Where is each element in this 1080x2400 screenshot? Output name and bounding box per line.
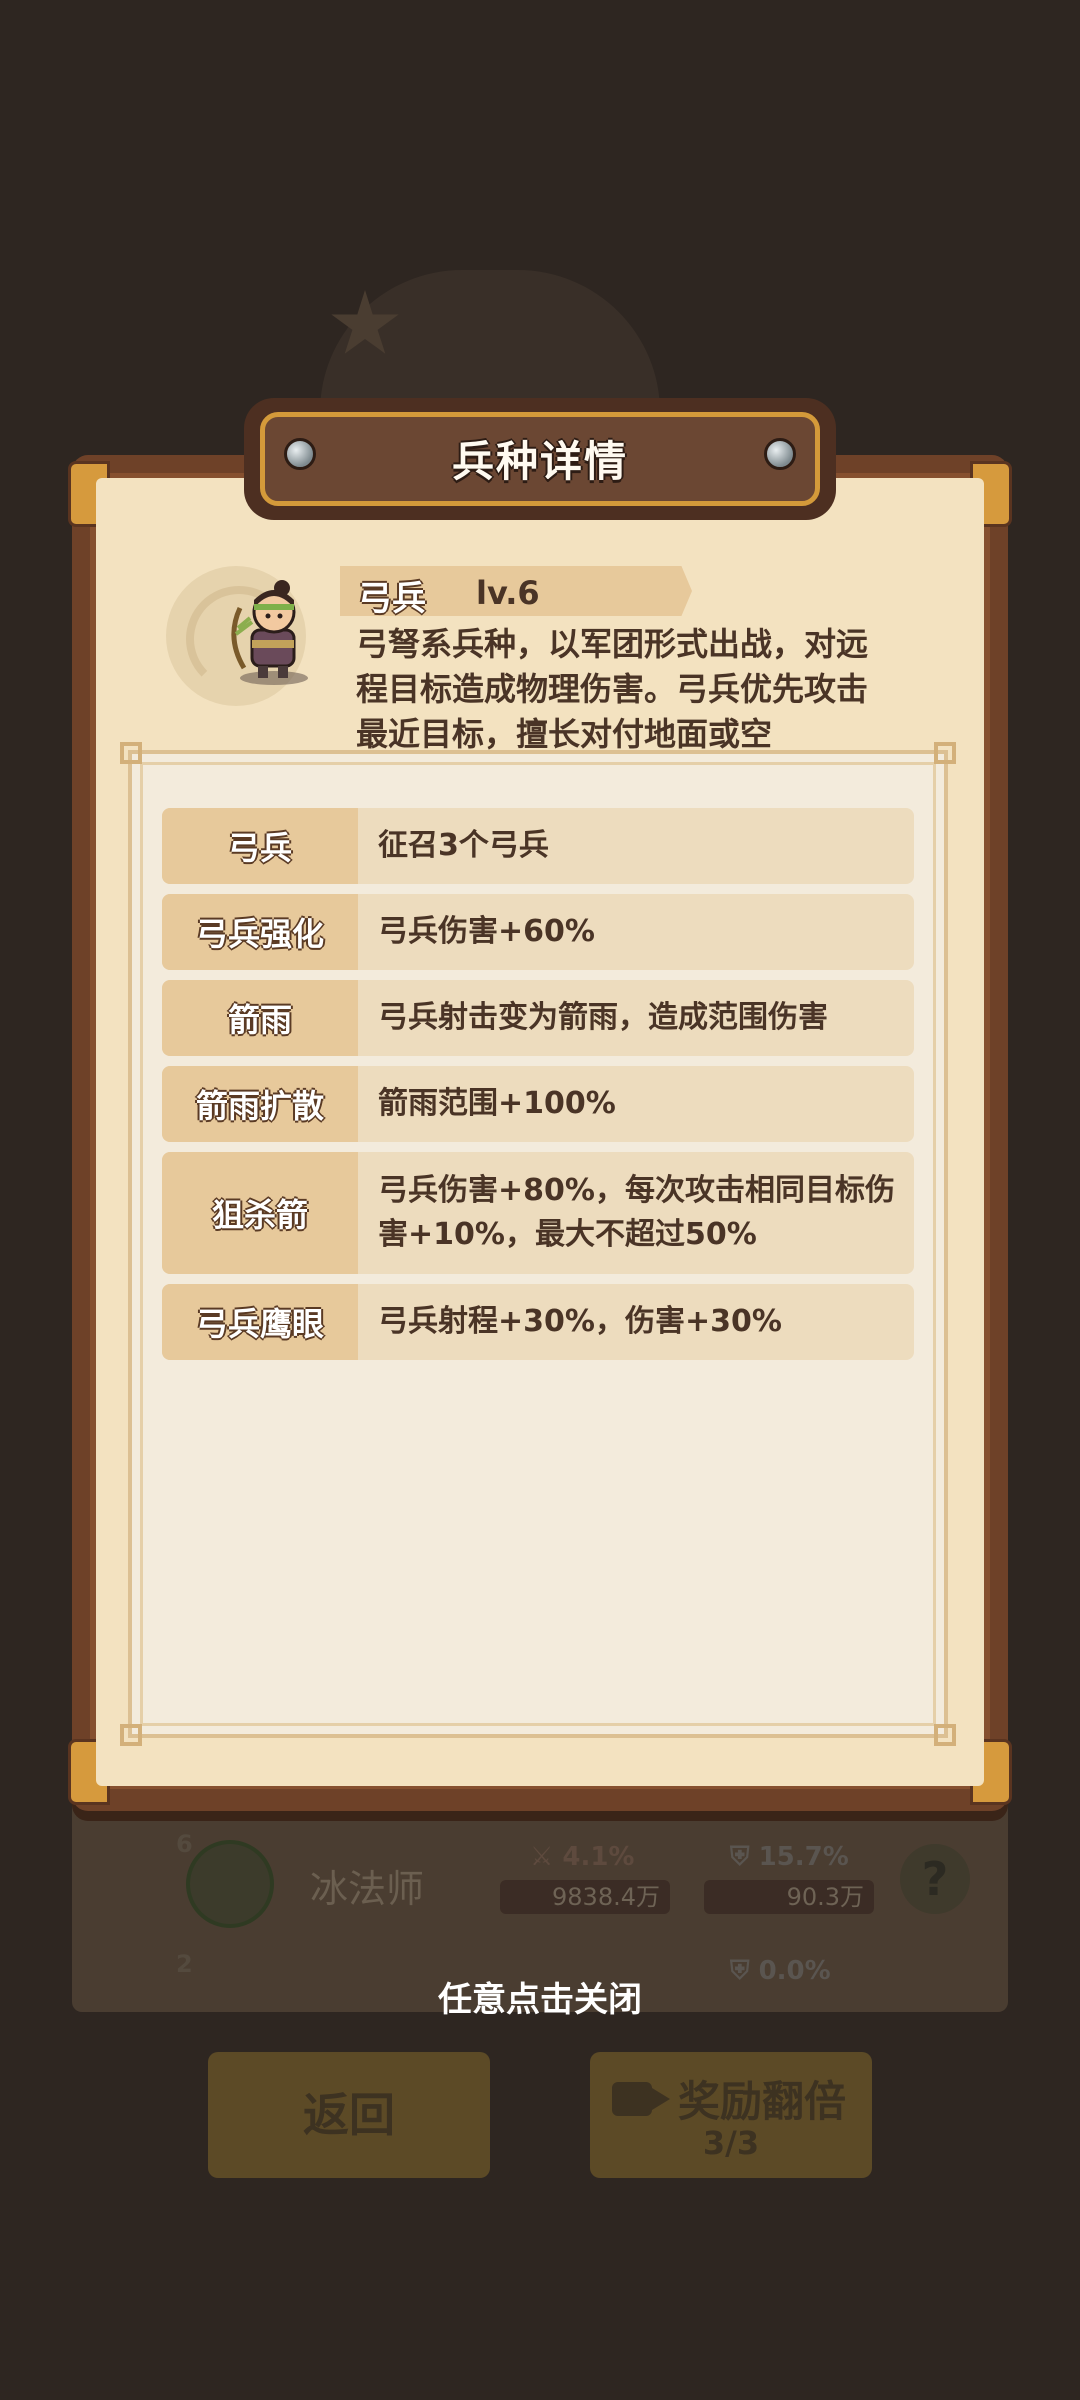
defense-value: 90.3万 xyxy=(704,1880,874,1914)
tap-to-close-hint[interactable]: 任意点击关闭 xyxy=(0,1972,1080,2021)
frame-ornament xyxy=(934,1724,956,1746)
upgrade-name: 箭雨 xyxy=(162,980,358,1056)
unit-name: 冰法师 xyxy=(310,1867,425,1911)
title-plaque: 兵种详情 xyxy=(244,398,836,520)
upgrade-description: 弓兵伤害+80%，每次攻击相同目标伤害+10%，最大不超过50% xyxy=(378,1173,895,1252)
upgrade-row: 弓兵强化 弓兵伤害+60% xyxy=(162,894,914,970)
frame-ornament xyxy=(120,742,142,764)
upgrade-row: 箭雨 弓兵射击变为箭雨，造成范围伤害 xyxy=(162,980,914,1056)
unit-level: lv.6 xyxy=(476,574,540,612)
list-item: 6 冰法师 ⚔ 4.1% 9838.4万 ⛨ 15.7% 90.3万 ? xyxy=(110,1830,970,1940)
unit-description[interactable]: 弓弩系兵种，以军团形式出战，对远程目标造成物理伤害。弓兵优先攻击最近目标，擅长对… xyxy=(356,622,896,754)
help-button: ? xyxy=(900,1844,970,1914)
sword-icon: ⚔ xyxy=(530,1842,554,1872)
frame-ornament xyxy=(934,742,956,764)
reward-count: 3/3 xyxy=(702,2124,760,2162)
upgrade-list[interactable]: 弓兵 征召3个弓兵 弓兵强化 弓兵伤害+60% 箭雨 弓兵射击变为箭雨，造成范围… xyxy=(162,808,914,1370)
attack-value: 9838.4万 xyxy=(500,1880,670,1914)
unit-name: 弓兵 xyxy=(358,579,426,619)
video-camera-icon xyxy=(612,2082,670,2116)
attack-percent: ⚔ 4.1% xyxy=(530,1842,635,1872)
upgrade-row: 箭雨扩散 箭雨范围+100% xyxy=(162,1066,914,1142)
shield-icon: ⛨ xyxy=(730,1842,750,1872)
reward-button-label: 奖励翻倍 xyxy=(678,2077,847,2126)
upgrade-name: 弓兵 xyxy=(162,808,358,884)
upgrade-name: 狙杀箭 xyxy=(162,1152,358,1274)
frame-ornament xyxy=(120,1724,142,1746)
upgrade-name: 弓兵鹰眼 xyxy=(162,1284,358,1360)
upgrade-description: 弓兵射程+30%，伤害+30% xyxy=(378,1304,782,1339)
upgrade-row: 弓兵 征召3个弓兵 xyxy=(162,808,914,884)
modal-title: 兵种详情 xyxy=(451,437,628,486)
archer-portrait xyxy=(231,580,308,685)
upgrade-description: 箭雨范围+100% xyxy=(378,1086,616,1121)
back-button: 返回 xyxy=(208,2052,490,2178)
upgrade-description: 弓兵射击变为箭雨，造成范围伤害 xyxy=(378,1000,828,1035)
upgrade-description: 征召3个弓兵 xyxy=(378,828,549,863)
double-reward-button: 奖励翻倍 3/3 xyxy=(590,2052,872,2178)
upgrade-description: 弓兵伤害+60% xyxy=(378,914,595,949)
defense-percent: ⛨ 15.7% xyxy=(730,1842,849,1872)
unit-avatar xyxy=(186,1840,274,1928)
upgrade-row: 狙杀箭 弓兵伤害+80%，每次攻击相同目标伤害+10%，最大不超过50% xyxy=(162,1152,914,1274)
upgrade-name: 弓兵强化 xyxy=(162,894,358,970)
unit-level-badge: 6 xyxy=(176,1830,193,1858)
upgrade-row: 弓兵鹰眼 弓兵射程+30%，伤害+30% xyxy=(162,1284,914,1360)
upgrade-name: 箭雨扩散 xyxy=(162,1066,358,1142)
